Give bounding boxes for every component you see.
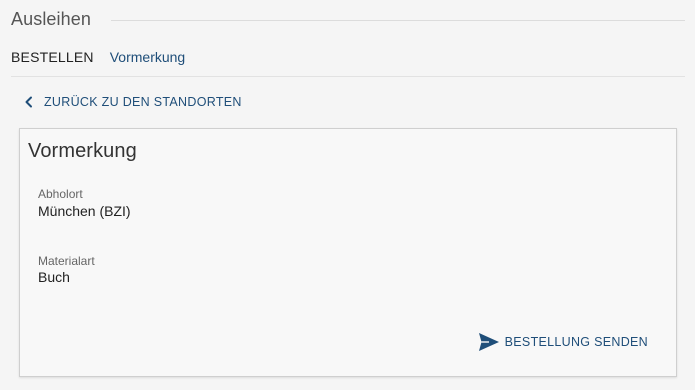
send-order-button[interactable]: BESTELLUNG SENDEN <box>478 330 648 354</box>
section-header: Ausleihen <box>11 6 685 32</box>
reservation-card: Vormerkung Abholort München (BZI) Materi… <box>19 128 677 377</box>
pickup-location-value: München (BZI) <box>38 203 131 219</box>
card-title: Vormerkung <box>28 140 137 162</box>
send-order-label: BESTELLUNG SENDEN <box>504 335 648 349</box>
tabs-divider <box>11 76 685 77</box>
section-title: Ausleihen <box>11 8 91 29</box>
tab-reservation[interactable]: Vormerkung <box>110 49 185 65</box>
tab-bar: BESTELLEN Vormerkung <box>11 46 185 68</box>
pickup-location-label: Abholort <box>38 187 83 201</box>
loan-page: Ausleihen BESTELLEN Vormerkung ZURÜCK ZU… <box>0 0 695 390</box>
send-icon <box>478 332 500 352</box>
chevron-left-icon <box>24 93 36 111</box>
material-type-label: Materialart <box>38 254 95 268</box>
material-type-value: Buch <box>38 269 70 285</box>
section-divider <box>110 19 685 21</box>
tab-order[interactable]: BESTELLEN <box>11 49 94 65</box>
back-to-locations-link[interactable]: ZURÜCK ZU DEN STANDORTEN <box>24 93 242 111</box>
back-link-label: ZURÜCK ZU DEN STANDORTEN <box>44 95 242 109</box>
